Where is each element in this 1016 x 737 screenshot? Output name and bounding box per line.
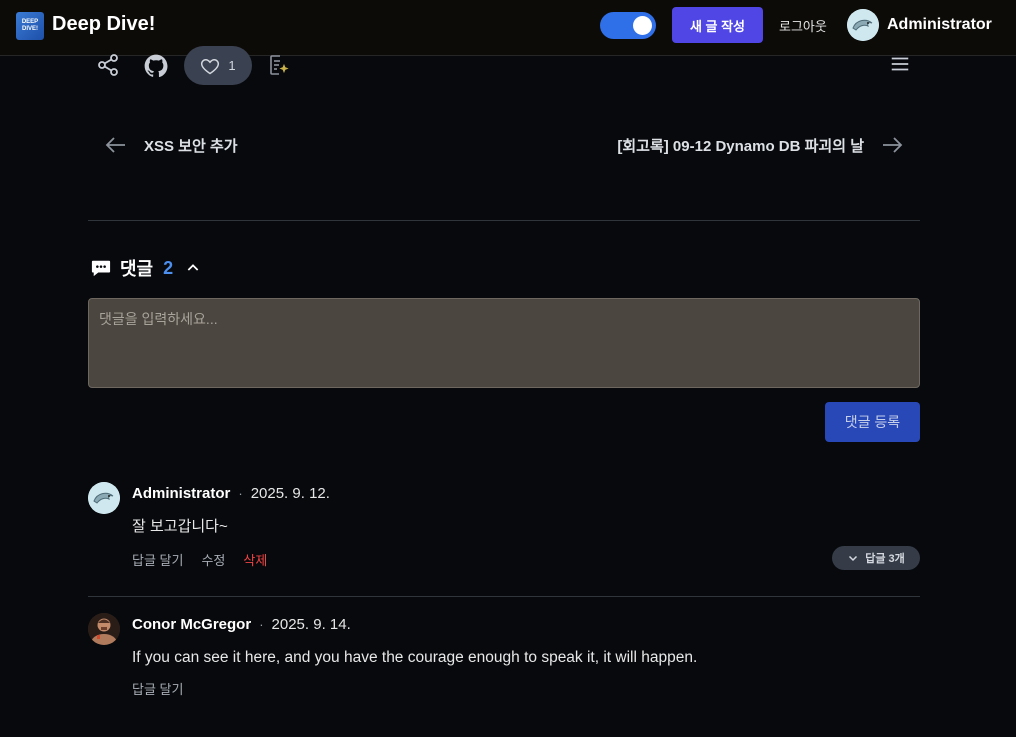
submit-comment-button[interactable]: 댓글 등록 [825,402,920,442]
menu-icon[interactable] [889,53,911,75]
comment-meta: Administrator · 2025. 9. 12. [132,485,330,502]
next-post-title: [회고록] 09-12 Dynamo DB 파괴의 날 [617,137,864,155]
comment-avatar[interactable] [88,482,120,514]
comment-avatar[interactable] [88,613,120,645]
comment-divider [88,596,920,597]
comment-body: If you can see it here, and you have the… [132,649,698,666]
chevron-down-icon [849,555,858,562]
comment-date: 2025. 9. 12. [250,485,330,502]
like-button[interactable]: 1 [184,46,252,85]
comments-title: 댓글 [120,259,154,279]
previous-post-title: XSS 보안 추가 [144,137,238,155]
edit-button[interactable]: 수정 [201,550,225,569]
toggle-knob [633,16,652,35]
site-logo[interactable]: DEEP DIVE! [16,12,44,40]
section-divider [88,220,920,221]
theme-toggle[interactable] [600,12,656,39]
next-post-link[interactable]: [회고록] 09-12 Dynamo DB 파괴의 날 [617,133,904,157]
new-post-button[interactable]: 새 글 작성 [672,7,763,43]
logout-link[interactable]: 로그아웃 [779,16,827,35]
previous-post-link[interactable]: XSS 보안 추가 [104,133,238,157]
comment-actions: 답글 달기 수정 삭제 [132,550,267,569]
share-icon[interactable] [96,53,120,77]
heart-icon [201,58,220,74]
top-navigation-bar: DEEP DIVE! Deep Dive! 새 글 작성 로그아웃 Admini… [0,0,1016,56]
comment-input[interactable] [88,298,920,388]
comment-author[interactable]: Conor McGregor [132,616,251,633]
comments-header[interactable]: 댓글 2 [90,255,201,281]
dolphin-icon [847,9,879,41]
show-replies-button[interactable]: 답글 3개 [832,546,920,570]
comment-bubble-icon [91,260,111,277]
like-count: 1 [228,58,236,73]
replies-count-label: 답글 3개 [865,553,905,565]
reply-button[interactable]: 답글 달기 [132,679,183,698]
arrow-right-icon [883,137,903,153]
meta-separator: · [259,617,264,632]
delete-button[interactable]: 삭제 [243,550,267,569]
comment-date: 2025. 9. 14. [271,616,351,633]
comment-body: 잘 보고갑니다~ [132,518,228,535]
meta-separator: · [238,486,243,501]
arrow-left-icon [105,137,125,153]
comments-count: 2 [163,257,174,278]
chevron-up-icon[interactable] [185,260,201,276]
site-name[interactable]: Deep Dive! [52,13,155,36]
user-photo-icon [88,613,120,645]
comment-meta: Conor McGregor · 2025. 9. 14. [132,616,351,633]
dolphin-icon [88,482,120,514]
github-icon[interactable] [143,53,169,79]
user-avatar[interactable] [847,9,879,41]
user-name[interactable]: Administrator [887,16,992,34]
comment-author[interactable]: Administrator [132,485,230,502]
reply-button[interactable]: 답글 달기 [132,550,183,569]
comment-actions: 답글 달기 [132,679,183,698]
ai-summary-icon[interactable] [266,53,290,77]
logo-text: DEEP DIVE! [21,19,39,32]
